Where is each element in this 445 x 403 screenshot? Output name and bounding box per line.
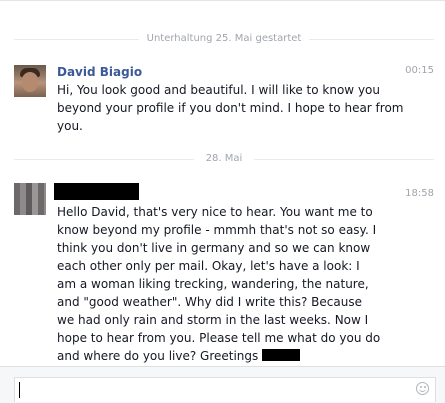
message-1: David Biagio 00:15 Hi, You look good and… — [14, 65, 434, 135]
composer — [0, 366, 445, 403]
message-time: 18:58 — [405, 188, 434, 199]
text-caret — [19, 382, 20, 398]
redacted-signature — [262, 349, 301, 361]
top-border — [0, 0, 445, 1]
avatar[interactable] — [14, 65, 46, 97]
conversation-start-divider: Unterhaltung 25. Mai gestartet — [14, 32, 434, 46]
date-divider: 28. Mai — [14, 152, 434, 166]
date-divider-label: 28. Mai — [197, 153, 251, 164]
redacted-sender-name — [54, 183, 139, 200]
smiley-icon[interactable] — [416, 382, 429, 395]
message-input[interactable] — [14, 377, 436, 402]
message-2: 18:58 Hello David, that's very nice to h… — [14, 183, 434, 365]
avatar[interactable] — [14, 183, 46, 215]
conversation-start-label: Unterhaltung 25. Mai gestartet — [138, 33, 310, 44]
sender-name[interactable]: David Biagio — [57, 65, 142, 79]
message-text-content: Hello David, that's very nice to hear. Y… — [57, 205, 381, 363]
message-text: Hi, You look good and beautiful. I will … — [57, 83, 404, 133]
message-text: Hello David, that's very nice to hear. Y… — [57, 203, 382, 365]
message-time: 00:15 — [405, 65, 434, 76]
